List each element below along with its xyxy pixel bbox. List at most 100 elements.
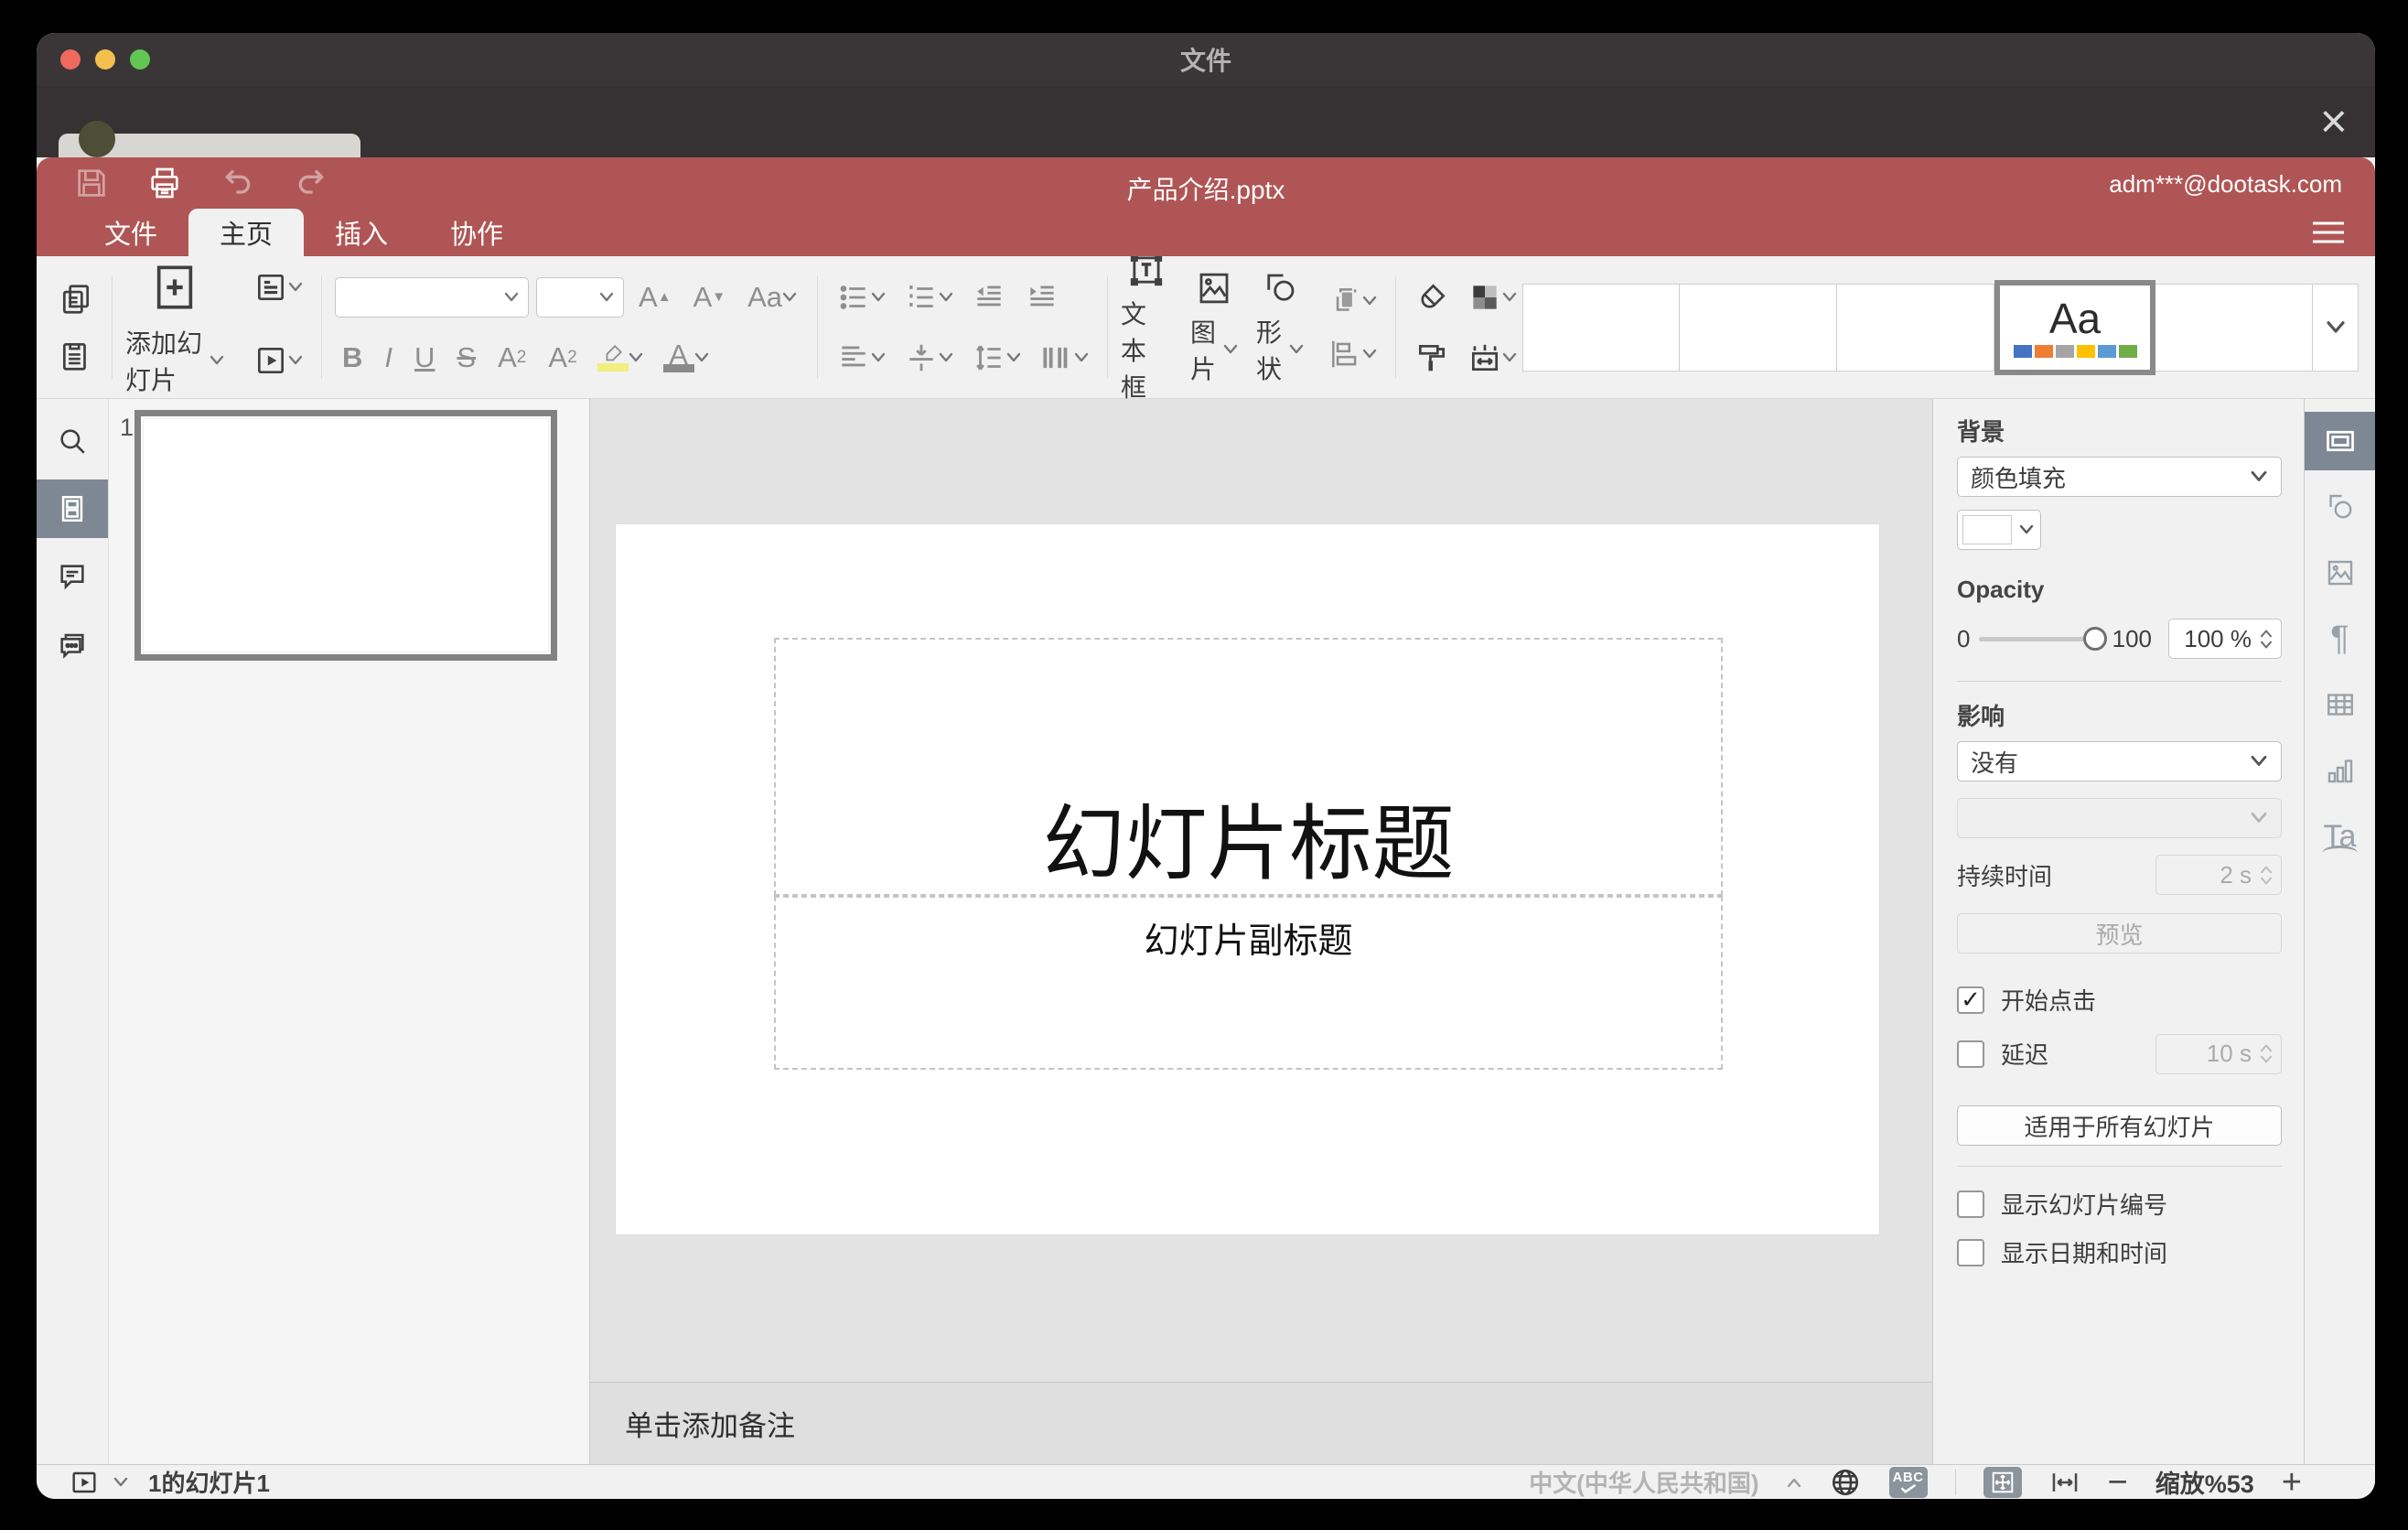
font-name-combo[interactable] [335,276,530,318]
table-settings-icon[interactable] [2305,675,2376,734]
slides-panel-icon[interactable] [37,479,108,538]
slide-settings-icon[interactable] [2304,412,2375,470]
status-bar: 1的幻灯片1 中文(中华人民共和国) ABC − 缩放%53 + [37,1464,2375,1499]
fit-to-width-toggle[interactable] [2049,1467,2080,1498]
slide-size-icon[interactable] [1462,334,1522,382]
chat-icon[interactable] [37,615,108,673]
font-size-combo[interactable] [536,276,625,318]
title-placeholder[interactable]: 幻灯片标题 [774,638,1723,896]
insert-shape-button[interactable]: 形状 [1256,269,1304,386]
theme-option-selected[interactable]: Aa [1994,279,2155,375]
zoom-level-label: 缩放%53 [2155,1471,2254,1498]
tab-home[interactable]: 主页 [188,209,305,256]
zoom-in-button[interactable]: + [2282,1465,2302,1500]
numbered-list-icon[interactable] [898,274,959,321]
show-date-time-checkbox[interactable] [1957,1238,1984,1266]
superscript-button[interactable]: A2 [490,334,533,382]
language-selector[interactable]: 中文(中华人民共和国) [1529,1465,1758,1499]
textart-settings-icon[interactable]: Ta [2305,807,2376,866]
horizontal-align-icon[interactable] [831,334,891,382]
effect-select[interactable]: 没有 [1957,741,2282,781]
fill-type-select[interactable]: 颜色填充 [1957,457,2282,497]
tab-collaboration[interactable]: 协作 [419,209,534,256]
theme-gallery: Aa [1522,279,2359,375]
fill-color-picker[interactable] [1957,510,2041,550]
theme-option-1[interactable] [1522,283,1680,372]
change-layout-icon[interactable] [248,264,308,311]
app-window: 文件 × 产品介绍.pptx adm***@dootask.com 文件 主页 … [37,33,2375,1499]
opacity-spinner[interactable]: 100 % [2168,619,2282,659]
subtitle-placeholder[interactable]: 幻灯片副标题 [774,896,1723,1070]
increase-indent-icon[interactable] [1019,274,1065,321]
start-on-click-checkbox[interactable]: ✓ [1957,986,1984,1014]
paragraph-settings-icon[interactable]: ¶ [2305,609,2376,668]
left-icon-strip [37,399,108,1464]
copy-style-icon[interactable] [1409,334,1455,382]
underline-button[interactable]: U [407,334,442,382]
tab-file[interactable]: 文件 [73,209,188,256]
image-settings-icon[interactable] [2305,544,2376,602]
editor-canvas[interactable]: 幻灯片标题 幻灯片副标题 [590,399,1932,1382]
subscript-button[interactable]: A2 [541,334,584,382]
add-slide-icon[interactable] [125,258,224,317]
slide-subtitle-text: 幻灯片副标题 [1144,922,1353,961]
clear-style-icon[interactable] [1409,274,1455,321]
menu-icon[interactable] [2313,221,2344,243]
change-case-button[interactable]: Aa [740,274,804,321]
increase-font-button[interactable]: A ▲ [631,274,679,321]
align-shape-icon[interactable] [1322,330,1382,378]
insert-textbox-button[interactable]: 文本框 [1121,251,1172,404]
start-slideshow-status-icon[interactable] [70,1468,99,1497]
copy-icon[interactable] [53,275,99,323]
set-language-globe-icon[interactable] [1829,1466,1862,1499]
vertical-align-icon[interactable] [898,334,959,382]
duration-spinner: 2 s [2155,855,2282,895]
paste-icon[interactable] [53,332,99,380]
fit-to-slide-toggle[interactable] [1983,1466,2022,1498]
bold-button[interactable]: B [335,334,370,382]
slide-thumbnail[interactable] [134,410,557,661]
right-icon-strip: ¶ Ta [2304,399,2375,1464]
opacity-slider-knob[interactable] [2082,627,2107,651]
opacity-slider[interactable] [1979,627,2107,651]
columns-icon[interactable] [1034,334,1094,382]
theme-option-3[interactable] [1837,283,1994,372]
zoom-out-button[interactable]: − [2108,1465,2128,1500]
macos-titlebar: 文件 [37,33,2375,86]
shape-settings-icon[interactable] [2305,478,2376,536]
font-color-button[interactable]: A [656,334,716,382]
start-slideshow-icon[interactable] [248,337,308,384]
strikeout-button[interactable]: S [449,334,483,382]
line-spacing-icon[interactable] [966,334,1027,382]
theme-option-5[interactable] [2155,283,2313,372]
spellcheck-toggle[interactable]: ABC [1888,1466,1928,1498]
theme-option-2[interactable] [1680,283,1837,372]
apply-to-all-slides-button[interactable]: 适用于所有幻灯片 [1957,1105,2282,1146]
show-slide-number-checkbox[interactable] [1957,1190,1984,1218]
font-group: A ▲ A ▼ Aa B I U S A2 A2 A [335,272,804,383]
window-title: 文件 [1179,47,1231,75]
slide-surface[interactable]: 幻灯片标题 幻灯片副标题 [616,524,1879,1234]
notes-area[interactable]: 单击添加备注 [590,1382,1932,1464]
duration-label: 持续时间 [1957,862,2053,890]
arrange-shape-icon[interactable] [1322,277,1382,325]
search-icon[interactable] [37,412,108,470]
slide-group: 添加幻灯片 [125,258,308,397]
highlight-color-button[interactable] [592,334,649,382]
chart-settings-icon[interactable] [2305,741,2376,800]
close-icon[interactable]: × [2320,98,2348,145]
decrease-font-button[interactable]: A ▼ [686,274,734,321]
add-slide-button[interactable]: 添加幻灯片 [125,324,224,397]
slideshow-options-icon[interactable] [113,1477,128,1488]
bullet-list-icon[interactable] [831,274,891,321]
color-scheme-icon[interactable] [1462,274,1522,321]
slide-title-text: 幻灯片标题 [1042,798,1455,890]
language-caret-icon[interactable] [1787,1477,1801,1488]
delay-checkbox[interactable] [1957,1040,1984,1068]
comments-icon[interactable] [37,547,108,606]
decrease-indent-icon[interactable] [966,274,1012,321]
tab-insert[interactable]: 插入 [304,209,419,256]
theme-gallery-expand-icon[interactable] [2313,283,2359,372]
italic-button[interactable]: I [377,334,400,382]
insert-image-button[interactable]: 图片 [1190,269,1238,386]
